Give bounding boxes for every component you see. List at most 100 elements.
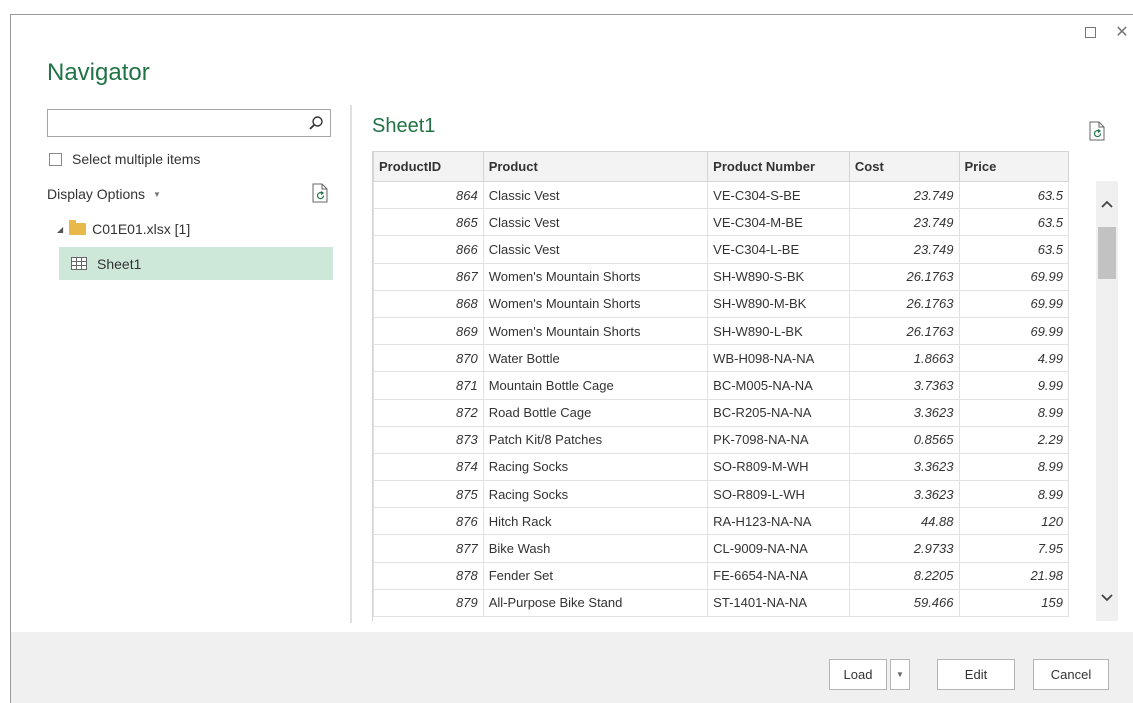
- maximize-button[interactable]: [1083, 25, 1097, 39]
- table-cell: Patch Kit/8 Patches: [482, 425, 709, 454]
- table-cell: 21.98: [958, 561, 1069, 590]
- table-row: 873 Patch Kit/8 Patches PK-7098-NA-NA 0.856…: [373, 425, 1069, 454]
- tree-item-sheet[interactable]: Sheet1: [59, 247, 333, 280]
- table-cell: Women's Mountain Shorts: [482, 316, 709, 346]
- table-row: 867 Women's Mountain Shorts SH-W890-S-BK 26…: [373, 262, 1069, 291]
- table-cell: WB-H098-NA-NA: [707, 344, 850, 373]
- table-cell: 874: [373, 452, 484, 482]
- column-header: Cost: [848, 151, 960, 182]
- select-multiple-checkbox[interactable]: [49, 152, 62, 166]
- table-cell: SH-W890-L-BK: [707, 316, 850, 346]
- maximize-icon: [1084, 26, 1096, 38]
- table-cell: Mountain Bottle Cage: [482, 371, 709, 400]
- search-input[interactable]: [48, 110, 298, 136]
- table-cell: 0.8565: [848, 425, 960, 454]
- table-cell: Racing Socks: [482, 480, 709, 509]
- display-options-label: Display Options: [47, 186, 146, 202]
- table-row: 871 Mountain Bottle Cage BC-M005-NA-NA 3.73…: [373, 371, 1069, 400]
- table-cell: Bike Wash: [482, 534, 709, 563]
- table-cell: VE-C304-M-BE: [707, 208, 850, 237]
- refresh-icon[interactable]: [311, 183, 329, 203]
- table-cell: SO-R809-L-WH: [707, 480, 850, 509]
- select-multiple-option[interactable]: Select multiple items: [49, 151, 200, 167]
- load-button[interactable]: Load: [829, 659, 887, 690]
- table-cell: Hitch Rack: [482, 507, 709, 536]
- table-cell: 23.749: [848, 235, 960, 264]
- table-cell: 878: [373, 561, 484, 590]
- table-cell: 69.99: [958, 289, 1069, 318]
- display-options-dropdown[interactable]: Display Options ▼: [47, 186, 161, 202]
- expand-triangle-icon[interactable]: ◢: [57, 225, 63, 234]
- scroll-thumb[interactable]: [1098, 227, 1116, 279]
- table-cell: FE-6654-NA-NA: [707, 561, 850, 590]
- preview-title: Sheet1: [372, 115, 436, 137]
- close-button[interactable]: ✕: [1115, 24, 1129, 40]
- table-cell: Classic Vest: [482, 208, 709, 237]
- table-row: 874 Racing Socks SO-R809-M-WH 3.3623 8.99: [373, 452, 1069, 482]
- table-cell: 868: [373, 289, 484, 318]
- table-row: 875 Racing Socks SO-R809-L-WH 3.3623 8.99: [373, 480, 1069, 509]
- preview-table-container: ProductID Product Product Number Cost Pr…: [372, 151, 1069, 621]
- table-cell: 23.749: [848, 180, 960, 210]
- table-cell: 3.3623: [848, 452, 960, 482]
- table-cell: 866: [373, 235, 484, 264]
- search-box: [47, 109, 331, 137]
- table-cell: RA-H123-NA-NA: [707, 507, 850, 536]
- select-multiple-label: Select multiple items: [72, 151, 201, 167]
- table-cell: Women's Mountain Shorts: [482, 289, 709, 318]
- tree-sheet-label: Sheet1: [97, 255, 142, 272]
- vertical-scrollbar[interactable]: [1096, 181, 1118, 621]
- column-header: Product: [482, 151, 709, 182]
- table-cell: Classic Vest: [482, 235, 709, 264]
- table-cell: ST-1401-NA-NA: [707, 588, 850, 618]
- column-header: Product Number: [707, 151, 850, 182]
- table-cell: Road Bottle Cage: [482, 398, 709, 427]
- table-row: 870 Water Bottle WB-H098-NA-NA 1.8663 4.99: [373, 344, 1069, 373]
- tree-item-file[interactable]: ◢ C01E01.xlsx [1]: [57, 220, 191, 237]
- table-row: 877 Bike Wash CL-9009-NA-NA 2.9733 7.95: [373, 534, 1069, 563]
- table-cell: BC-M005-NA-NA: [707, 371, 850, 400]
- table-cell: 875: [373, 480, 484, 509]
- table-cell: Classic Vest: [482, 180, 709, 210]
- chevron-up-icon: [1101, 200, 1113, 208]
- folder-icon: [69, 220, 87, 235]
- scroll-up-button[interactable]: [1096, 193, 1118, 215]
- cancel-button[interactable]: Cancel: [1033, 659, 1109, 690]
- navigator-dialog: ✕ Navigator Select multiple items Displa…: [10, 14, 1133, 703]
- table-cell: 3.7363: [848, 371, 960, 400]
- chevron-down-icon: ▼: [896, 670, 904, 679]
- table-cell: 865: [373, 208, 484, 237]
- edit-button[interactable]: Edit: [937, 659, 1015, 690]
- table-cell: Fender Set: [482, 561, 709, 590]
- table-row: 878 Fender Set FE-6654-NA-NA 8.2205 21.98: [373, 561, 1069, 590]
- table-cell: 8.99: [958, 452, 1069, 482]
- dialog-footer: Load ▼ Edit Cancel: [11, 632, 1133, 703]
- table-cell: 3.3623: [848, 480, 960, 509]
- panel-divider[interactable]: [350, 105, 352, 623]
- table-cell: 8.2205: [848, 561, 960, 590]
- table-cell: 876: [373, 507, 484, 536]
- table-row: 868 Women's Mountain Shorts SH-W890-M-BK 26…: [373, 289, 1069, 318]
- table-cell: 869: [373, 316, 484, 346]
- table-cell: PK-7098-NA-NA: [707, 425, 850, 454]
- table-cell: 2.9733: [848, 534, 960, 563]
- table-cell: 7.95: [958, 534, 1069, 563]
- tree-file-label: C01E01.xlsx [1]: [92, 221, 191, 237]
- scroll-down-button[interactable]: [1096, 587, 1118, 609]
- table-cell: VE-C304-S-BE: [707, 180, 850, 210]
- refresh-preview-icon[interactable]: [1088, 121, 1106, 141]
- search-icon[interactable]: [308, 115, 324, 131]
- table-cell: Water Bottle: [482, 344, 709, 373]
- table-cell: 3.3623: [848, 398, 960, 427]
- load-options-button[interactable]: ▼: [890, 659, 910, 690]
- chevron-down-icon: ▼: [153, 189, 161, 199]
- table-cell: 26.1763: [848, 289, 960, 318]
- table-grid-icon: [71, 257, 87, 270]
- table-cell: 26.1763: [848, 316, 960, 346]
- table-cell: 44.88: [848, 507, 960, 536]
- table-cell: 871: [373, 371, 484, 400]
- table-cell: All-Purpose Bike Stand: [482, 588, 709, 618]
- dialog-title: Navigator: [47, 59, 150, 86]
- table-cell: BC-R205-NA-NA: [707, 398, 850, 427]
- table-cell: 23.749: [848, 208, 960, 237]
